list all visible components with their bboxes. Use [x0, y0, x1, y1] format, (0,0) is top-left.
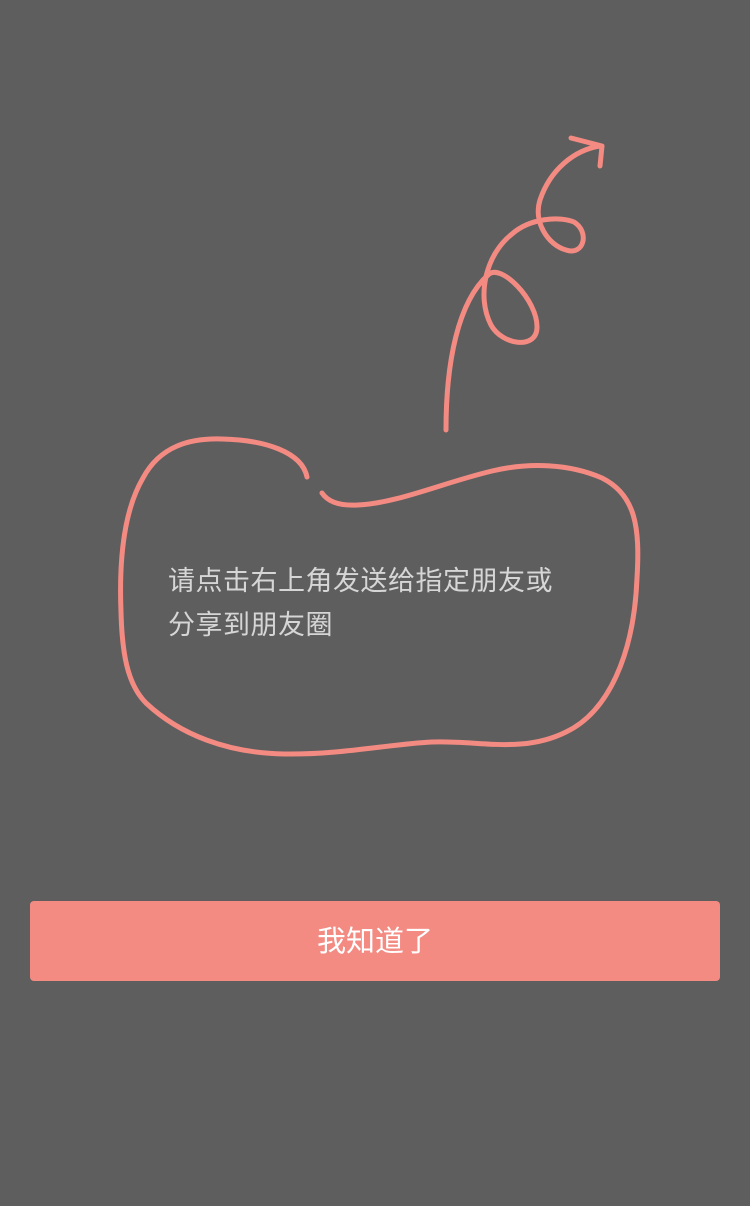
share-hint-text: 请点击右上角发送给指定朋友或 分享到朋友圈	[168, 560, 598, 648]
got-it-button[interactable]: 我知道了	[30, 901, 720, 981]
curly-arrow-shaft	[443, 143, 603, 433]
share-hint-line-1: 请点击右上角发送给指定朋友或	[168, 566, 553, 597]
share-hint-line-2: 分享到朋友圈	[168, 610, 333, 641]
share-guide-overlay: 请点击右上角发送给指定朋友或 分享到朋友圈 我知道了	[0, 0, 750, 1206]
